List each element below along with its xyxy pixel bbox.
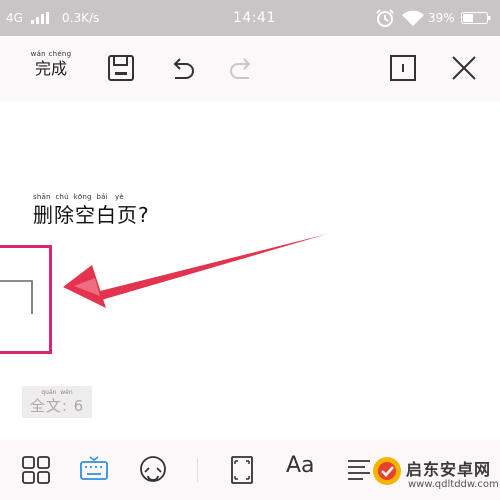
site-watermark: 启东安卓网 www.qdltddw.com [370,452,500,500]
word-count-badge: quán wén 全文: 6 [22,386,92,418]
undo-icon[interactable] [166,52,198,84]
network-speed: 0.3K/s [62,11,100,25]
grid-icon[interactable] [20,454,52,486]
cursor-box-icon[interactable] [387,52,419,84]
wifi-icon [402,10,424,26]
font-icon[interactable]: Aa [286,453,315,478]
done-pinyin: wán chéng [30,50,72,58]
editor-toolbar: wán chéng 完成 [0,36,500,102]
word-count-pinyin: quán wén [41,389,73,396]
word-count: 全文: 6 [29,397,85,415]
signal-icon [31,12,49,24]
battery-icon [461,12,491,24]
document-area[interactable]: shān chú kōng bái yè 删除空白页? quán wén 全文:… [0,102,500,440]
alarm-icon [376,9,394,27]
done-button[interactable]: wán chéng 完成 [27,50,75,79]
watermark-logo-icon [373,457,401,485]
clock: 14:41 [233,10,276,26]
done-label: 完成 [34,59,67,78]
watermark-title: 启东安卓网 [406,460,492,479]
watermark-url: www.qdltddw.com [408,479,499,490]
save-icon[interactable] [105,52,137,84]
keyboard-icon[interactable] [78,454,110,486]
emoji-icon[interactable] [137,454,169,486]
battery-percent: 39% [428,11,455,25]
network-type: 4G [6,11,23,25]
page-frame-icon[interactable] [226,454,258,486]
toolbar-divider [197,458,198,482]
redo-icon[interactable] [226,52,258,84]
close-icon[interactable] [448,52,480,84]
status-bar: 4G 0.3K/s 14:41 39% [0,0,500,36]
